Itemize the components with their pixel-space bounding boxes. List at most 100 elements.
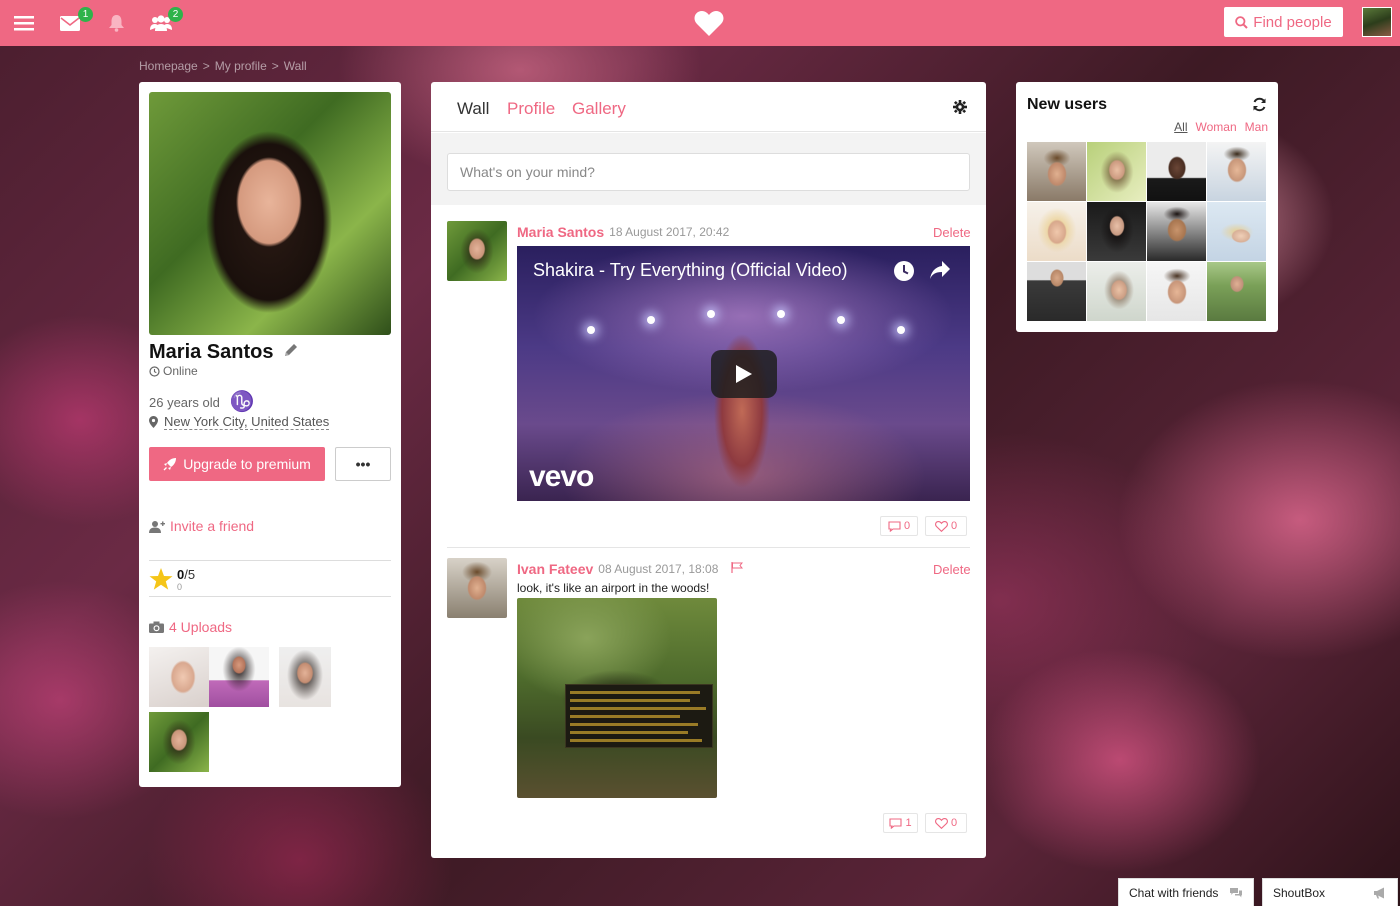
new-users-card: New users All Woman Man	[1016, 82, 1278, 332]
user-avatar[interactable]	[1362, 7, 1392, 37]
upgrade-premium-button[interactable]: Upgrade to premium	[149, 447, 325, 481]
pencil-icon[interactable]	[283, 341, 299, 364]
profile-photo[interactable]	[149, 92, 391, 335]
board-row	[570, 707, 706, 710]
top-navbar: 1 2 Find people	[0, 0, 1400, 46]
composer-area	[431, 133, 986, 205]
new-user-avatar[interactable]	[1147, 202, 1206, 261]
wall-tabs: Wall Profile Gallery	[431, 82, 986, 132]
post-divider	[447, 547, 970, 548]
board-row	[570, 739, 702, 742]
new-user-avatar[interactable]	[1027, 202, 1086, 261]
heart-icon[interactable]	[690, 0, 728, 46]
board-row	[570, 723, 698, 726]
search-icon	[1235, 15, 1249, 29]
friends-badge: 2	[168, 7, 183, 22]
upload-photo-2[interactable]	[209, 647, 269, 707]
megaphone-icon	[1374, 887, 1384, 898]
breadcrumb-wall: Wall	[283, 59, 307, 73]
filter-all[interactable]: All	[1174, 120, 1187, 134]
new-user-avatar[interactable]	[1087, 202, 1146, 261]
like-button[interactable]: 0	[925, 516, 967, 536]
status-label: Online	[163, 364, 198, 378]
new-user-avatar[interactable]	[1147, 262, 1206, 321]
new-user-avatar[interactable]	[1207, 202, 1266, 261]
rating-box: 0/5 0	[149, 560, 391, 597]
post-composer-input[interactable]	[447, 153, 970, 191]
more-options-button[interactable]: •••	[335, 447, 391, 481]
new-user-avatar[interactable]	[1087, 262, 1146, 321]
new-users-title: New users	[1027, 96, 1108, 113]
watch-later-icon[interactable]	[893, 260, 915, 285]
breadcrumb-my-profile[interactable]: My profile	[215, 59, 267, 73]
uploads-link[interactable]: 4 Uploads	[149, 619, 232, 635]
location-label: New York City, United States	[164, 414, 330, 430]
online-status: Online	[149, 364, 198, 378]
comments-count: 1	[905, 817, 912, 829]
flag-icon[interactable]	[731, 562, 744, 576]
delete-post-button[interactable]: Delete	[933, 225, 971, 240]
post-author-avatar[interactable]	[447, 221, 507, 281]
board-row	[570, 699, 690, 702]
share-icon[interactable]	[929, 260, 951, 283]
stage-light	[777, 310, 785, 318]
age-label: 26 years old	[149, 394, 220, 410]
comments-button[interactable]: 0	[880, 516, 918, 536]
new-user-avatar[interactable]	[1087, 142, 1146, 201]
tab-gallery[interactable]: Gallery	[572, 99, 626, 119]
new-user-avatar[interactable]	[1027, 142, 1086, 201]
post-author-name[interactable]: Maria Santos	[517, 224, 604, 240]
hamburger-icon[interactable]	[12, 0, 36, 46]
upload-photo-1[interactable]	[149, 647, 209, 707]
shoutbox-tab[interactable]: ShoutBox	[1262, 878, 1398, 906]
post-photo[interactable]	[517, 598, 717, 798]
chat-with-friends-tab[interactable]: Chat with friends	[1118, 878, 1254, 906]
invite-friend-link[interactable]: Invite a friend	[149, 518, 254, 534]
heart-outline-icon	[934, 520, 948, 532]
play-button[interactable]	[711, 350, 777, 398]
clock-icon	[149, 365, 160, 377]
new-user-avatar[interactable]	[1027, 262, 1086, 321]
post-header: Ivan Fateev 08 August 2017, 18:08	[517, 561, 744, 577]
shoutbox-label: ShoutBox	[1273, 885, 1326, 900]
tab-wall[interactable]: Wall	[457, 99, 489, 119]
delete-post-button[interactable]: Delete	[933, 562, 971, 577]
bell-icon[interactable]	[105, 0, 127, 46]
video-title[interactable]: Shakira - Try Everything (Official Video…	[533, 260, 847, 281]
likes-count: 0	[950, 817, 958, 829]
post-author-name[interactable]: Ivan Fateev	[517, 561, 593, 577]
breadcrumb: Homepage > My profile > Wall	[139, 59, 307, 73]
find-people-label: Find people	[1253, 13, 1332, 31]
upload-photo-3[interactable]	[279, 647, 331, 707]
tab-profile[interactable]: Profile	[507, 99, 555, 119]
new-user-avatar[interactable]	[1147, 142, 1206, 201]
envelope-icon	[60, 15, 80, 31]
location-row[interactable]: New York City, United States	[149, 414, 330, 430]
star-icon[interactable]	[149, 567, 173, 591]
new-user-avatar[interactable]	[1207, 142, 1266, 201]
comments-count: 0	[903, 520, 911, 532]
video-embed[interactable]: Shakira - Try Everything (Official Video…	[517, 246, 970, 501]
find-people-button[interactable]: Find people	[1224, 7, 1343, 37]
breadcrumb-homepage[interactable]: Homepage	[139, 59, 198, 73]
user-plus-icon	[149, 520, 165, 533]
capricorn-icon: ♑	[229, 391, 255, 413]
profile-name: Maria Santos	[149, 341, 274, 363]
rating-max: /5	[184, 567, 196, 582]
filter-man[interactable]: Man	[1245, 120, 1268, 134]
like-button[interactable]: 0	[925, 813, 967, 833]
board-row	[570, 715, 680, 718]
refresh-icon[interactable]	[1252, 97, 1267, 115]
upload-photo-4[interactable]	[149, 712, 209, 772]
wall-card: Wall Profile Gallery Maria Santos 18 Aug…	[431, 82, 986, 858]
post-author-avatar[interactable]	[447, 558, 507, 618]
friends-button[interactable]: 2	[148, 0, 183, 46]
stage-light	[897, 326, 905, 334]
filter-woman[interactable]: Woman	[1196, 120, 1237, 134]
gear-icon[interactable]	[953, 100, 967, 117]
messages-button[interactable]: 1	[58, 0, 93, 46]
departure-board	[565, 684, 713, 748]
board-row	[570, 731, 688, 734]
new-user-avatar[interactable]	[1207, 262, 1266, 321]
comments-button[interactable]: 1	[883, 813, 918, 833]
